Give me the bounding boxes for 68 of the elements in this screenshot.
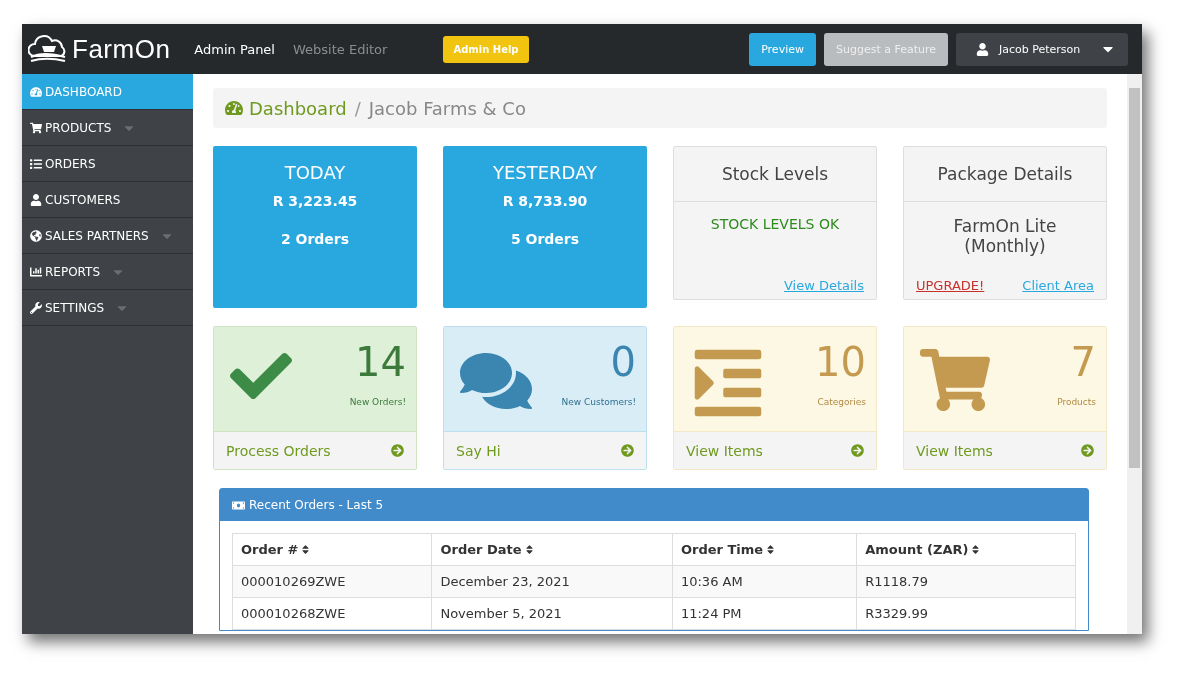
preview-button[interactable]: Preview bbox=[749, 32, 816, 66]
card-title: Package Details bbox=[937, 164, 1073, 184]
tile-link[interactable]: Say Hi bbox=[444, 431, 646, 469]
table-cell: 11:24 PM bbox=[672, 597, 857, 630]
sort-icon bbox=[523, 544, 535, 555]
sales-amount: R 3,223.45 bbox=[272, 193, 358, 209]
sales-amount: R 8,733.90 bbox=[502, 193, 588, 209]
column-header[interactable]: Order Date bbox=[431, 533, 673, 566]
table-cell: 000010268ZWE bbox=[232, 597, 432, 630]
table-cell: November 5, 2021 bbox=[431, 597, 673, 630]
bar-chart-icon bbox=[30, 265, 42, 278]
cart-icon bbox=[30, 121, 42, 134]
logo-icon bbox=[28, 34, 68, 64]
column-header[interactable]: Amount (ZAR) bbox=[856, 533, 1076, 566]
table-cell: R3329.99 bbox=[856, 597, 1076, 630]
stat-count: 7 bbox=[1070, 339, 1096, 385]
stock-status: STOCK LEVELS OK bbox=[710, 216, 840, 232]
nav-link[interactable]: Admin Panel bbox=[194, 41, 275, 57]
sidebar-item[interactable]: SALES PARTNERS bbox=[22, 218, 193, 254]
tile-link[interactable]: View Items bbox=[904, 431, 1106, 469]
breadcrumb-separator: / bbox=[354, 97, 361, 119]
scrollbar[interactable] bbox=[1127, 74, 1142, 634]
plan-name: FarmOn Lite (Monthly) bbox=[952, 216, 1058, 256]
order-count: 5 Orders bbox=[510, 231, 580, 247]
sort-icon bbox=[970, 544, 982, 555]
stat-count: 10 bbox=[815, 339, 866, 385]
gauge-icon bbox=[30, 85, 42, 98]
logo-text: FarmOn bbox=[72, 33, 171, 65]
wrench-icon bbox=[30, 301, 42, 314]
column-header[interactable]: Order # bbox=[232, 533, 432, 566]
gauge-icon bbox=[225, 99, 243, 117]
card-title: YESTERDAY bbox=[492, 162, 598, 183]
sort-icon bbox=[765, 544, 777, 555]
tile-link[interactable]: Process Orders bbox=[214, 431, 416, 469]
sidebar-item[interactable]: REPORTS bbox=[22, 254, 193, 290]
globe-icon bbox=[30, 229, 42, 242]
sidebar-item[interactable]: PRODUCTS bbox=[22, 110, 193, 146]
table-cell: 10:36 AM bbox=[672, 565, 857, 598]
card-title: TODAY bbox=[284, 162, 346, 183]
upgrade-link[interactable]: UPGRADE! bbox=[916, 278, 985, 293]
panel-title: Recent Orders - Last 5 bbox=[249, 498, 384, 512]
order-count: 2 Orders bbox=[280, 231, 350, 247]
table-cell: R1118.79 bbox=[856, 565, 1076, 598]
table-cell: 000010269ZWE bbox=[232, 565, 432, 598]
sidebar-item[interactable]: CUSTOMERS bbox=[22, 182, 193, 218]
sort-icon bbox=[300, 544, 312, 555]
stat-caption: New Orders! bbox=[349, 397, 406, 407]
card-link[interactable]: View Details bbox=[783, 278, 864, 293]
sidebar-item[interactable]: ORDERS bbox=[22, 146, 193, 182]
user-icon bbox=[976, 42, 989, 56]
breadcrumb-item: Jacob Farms & Co bbox=[368, 97, 526, 119]
breadcrumb-item[interactable]: Dashboard bbox=[249, 97, 347, 119]
user-icon bbox=[30, 193, 42, 206]
card-link[interactable]: Client Area bbox=[1022, 278, 1094, 293]
sidebar-item[interactable]: SETTINGS bbox=[22, 290, 193, 326]
user-menu-button[interactable]: Jacob Peterson bbox=[956, 32, 1128, 66]
nav-link[interactable]: Website Editor bbox=[293, 41, 388, 57]
stat-caption: New Customers! bbox=[561, 397, 636, 407]
stat-caption: Categories bbox=[817, 397, 866, 407]
column-header[interactable]: Order Time bbox=[672, 533, 857, 566]
card-title: Stock Levels bbox=[721, 164, 829, 184]
stat-count: 0 bbox=[610, 339, 636, 385]
tile-link[interactable]: View Items bbox=[674, 431, 876, 469]
stat-count: 14 bbox=[355, 339, 406, 385]
list-icon bbox=[30, 157, 42, 170]
table-cell: December 23, 2021 bbox=[431, 565, 673, 598]
stat-caption: Products bbox=[1057, 397, 1096, 407]
sidebar-item[interactable]: DASHBOARD bbox=[22, 74, 193, 110]
